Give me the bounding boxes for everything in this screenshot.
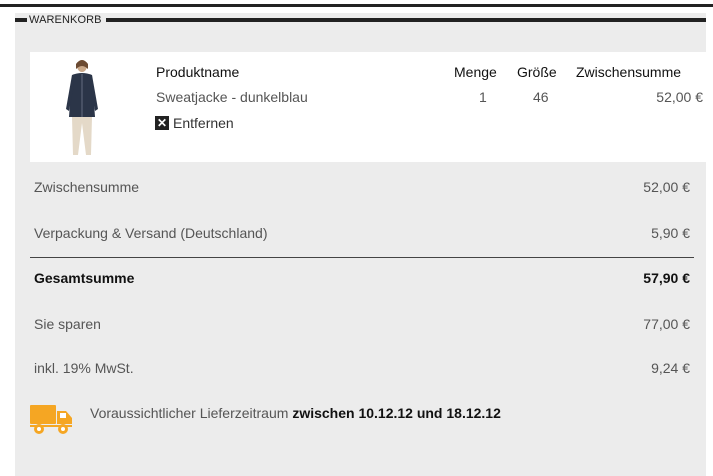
section-header: WARENKORB [15,13,706,27]
total-divider [30,257,694,258]
remove-item-button[interactable]: ✕ Entfernen [155,114,234,132]
item-qty: 1 [479,89,487,105]
section-title: WARENKORB [29,14,102,26]
delivery-range: zwischen 10.12.12 und 18.12.12 [292,405,501,421]
subtotal-row: Zwischensumme 52,00 € [30,179,690,197]
cart-item: Produktname Menge Größe Zwischensumme Sw… [30,52,708,162]
col-header-product: Produktname [156,64,240,80]
shipping-label: Verpackung & Versand (Deutschland) [34,225,268,241]
subtotal-value: 52,00 € [643,179,690,195]
vat-value: 9,24 € [651,360,690,376]
total-row: Gesamtsumme 57,90 € [30,270,690,288]
cart-panel: WARENKORB Produktname Menge Größe Zwisch… [15,13,708,476]
shipping-value: 5,90 € [651,225,690,241]
shipping-row: Verpackung & Versand (Deutschland) 5,90 … [30,225,690,243]
total-label: Gesamtsumme [34,270,135,286]
subtotal-label: Zwischensumme [34,179,140,195]
col-header-size: Größe [517,64,557,80]
vat-row: inkl. 19% MwSt. 9,24 € [30,360,690,378]
col-header-subtotal: Zwischensumme [576,64,682,80]
vat-label: inkl. 19% MwSt. [34,360,134,376]
product-image[interactable] [60,57,104,157]
total-value: 57,90 € [643,270,690,286]
item-subtotal: 52,00 € [656,89,703,105]
remove-label[interactable]: Entfernen [173,115,234,131]
savings-value: 77,00 € [643,316,690,332]
savings-row: Sie sparen 77,00 € [30,316,690,334]
item-size: 46 [533,89,549,105]
truck-icon [30,405,72,434]
col-header-qty: Menge [454,64,497,80]
delivery-text: Voraussichtlicher Lieferzeitraum zwische… [90,405,501,421]
close-icon[interactable]: ✕ [155,116,169,130]
header-rule-left [15,18,27,22]
top-rule [0,4,713,7]
delivery-info: Voraussichtlicher Lieferzeitraum zwische… [30,401,690,437]
product-name[interactable]: Sweatjacke - dunkelblau [156,89,308,105]
delivery-prefix: Voraussichtlicher Lieferzeitraum [90,405,289,421]
header-rule-right [106,18,706,22]
savings-label: Sie sparen [34,316,101,332]
